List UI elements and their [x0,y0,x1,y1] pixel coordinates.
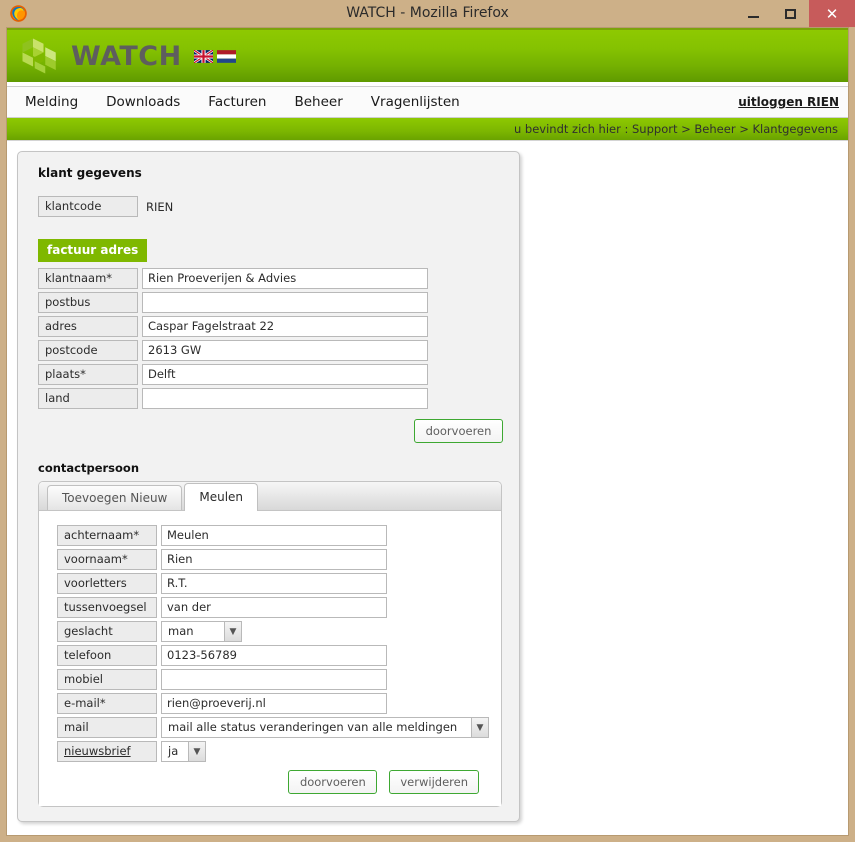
select-nieuwsbrief[interactable]: ja ▼ [161,741,206,762]
field-row-email: e-mail* rien@proeverij.nl [57,693,489,714]
minimize-button[interactable] [735,0,772,27]
chevron-down-icon: ▼ [188,742,205,761]
label-plaats: plaats* [38,364,138,385]
input-postcode[interactable]: 2613 GW [142,340,428,361]
field-row-postbus: postbus [38,292,505,313]
label-tussenvoegsel: tussenvoegsel [57,597,157,618]
label-geslacht: geslacht [57,621,157,642]
field-row-nieuwsbrief: nieuwsbrief ja ▼ [57,741,489,762]
page-viewport: WATCH Melding Downloads Facturen Beheer … [6,27,849,836]
minimize-icon [748,16,759,18]
input-telefoon[interactable]: 0123-56789 [161,645,387,666]
logout-link[interactable]: uitloggen RIEN [738,95,839,109]
contact-button-row: doorvoeren verwijderen [57,770,479,794]
customer-button-row: doorvoeren [32,419,503,443]
input-adres[interactable]: Caspar Fagelstraat 22 [142,316,428,337]
tab-strip: Toevoegen Nieuw Meulen [39,482,501,511]
language-flags [193,49,236,63]
field-row-postcode: postcode 2613 GW [38,340,505,361]
input-plaats[interactable]: Delft [142,364,428,385]
maximize-icon [785,8,796,19]
watch-cube-logo-icon [22,38,56,74]
value-klantcode: RIEN [146,199,174,214]
flag-nl-icon[interactable] [216,49,236,63]
nav-item-vragenlijsten[interactable]: Vragenlijsten [361,87,470,118]
label-voornaam: voornaam* [57,549,157,570]
field-row-achternaam: achternaam* Meulen [57,525,489,546]
field-row-adres: adres Caspar Fagelstraat 22 [38,316,505,337]
field-row-klantcode: klantcode RIEN [38,196,505,217]
panel-title: klant gegevens [38,166,142,180]
label-postbus: postbus [38,292,138,313]
select-mail-instellingen-value: mail alle status veranderingen van alle … [168,720,458,734]
nav-item-melding[interactable]: Melding [15,87,88,118]
window-title: WATCH - Mozilla Firefox [346,5,509,21]
label-telefoon: telefoon [57,645,157,666]
close-icon: ✕ [825,4,839,23]
select-mail-instellingen[interactable]: mail alle status veranderingen van alle … [161,717,489,738]
brand-title: WATCH [71,40,182,72]
input-land[interactable] [142,388,428,409]
page-content: klant gegevens klantcode RIEN factuur ad… [7,141,848,835]
field-row-plaats: plaats* Delft [38,364,505,385]
breadcrumb-bar: u bevindt zich hier : Support > Beheer >… [7,118,848,141]
maximize-button[interactable] [772,0,809,27]
input-postbus[interactable] [142,292,428,313]
site-header: WATCH [7,28,848,82]
field-row-klantnaam: klantnaam* Rien Proeverijen & Advies [38,268,505,289]
contact-verwijderen-button[interactable]: verwijderen [389,770,479,794]
section-badge-factuur-adres: factuur adres [38,239,148,262]
input-voorletters[interactable]: R.T. [161,573,387,594]
contactpersoon-heading: contactpersoon [38,461,140,475]
input-achternaam[interactable]: Meulen [161,525,387,546]
label-klantnaam: klantnaam* [38,268,138,289]
label-achternaam: achternaam* [57,525,157,546]
chevron-down-icon: ▼ [471,718,488,737]
label-land: land [38,388,138,409]
tab-toevoegen-nieuw[interactable]: Toevoegen Nieuw [47,485,183,510]
title-bar: WATCH - Mozilla Firefox ✕ [0,0,855,27]
field-row-tussenvoegsel: tussenvoegsel van der [57,597,489,618]
customer-data-panel: klant gegevens klantcode RIEN factuur ad… [17,151,520,822]
window-controls: ✕ [735,0,855,27]
nav-item-downloads[interactable]: Downloads [96,87,190,118]
flag-uk-icon[interactable] [193,49,213,63]
contact-doorvoeren-button[interactable]: doorvoeren [288,770,378,794]
breadcrumb: u bevindt zich hier : Support > Beheer >… [513,122,838,136]
label-klantcode: klantcode [38,196,138,217]
input-tussenvoegsel[interactable]: van der [161,597,387,618]
field-row-telefoon: telefoon 0123-56789 [57,645,489,666]
label-adres: adres [38,316,138,337]
browser-window: WATCH - Mozilla Firefox ✕ WATCH Melding … [0,0,855,842]
main-navigation: Melding Downloads Facturen Beheer Vragen… [7,87,848,118]
select-nieuwsbrief-value: ja [168,744,179,758]
label-email: e-mail* [57,693,157,714]
field-row-mail-instellingen: mail instellingen mail alle status veran… [57,717,489,753]
customer-doorvoeren-button[interactable]: doorvoeren [414,419,503,443]
label-voorletters: voorletters [57,573,157,594]
chevron-down-icon: ▼ [224,622,241,641]
field-row-land: land [38,388,505,409]
nav-item-beheer[interactable]: Beheer [284,87,352,118]
input-email[interactable]: rien@proeverij.nl [161,693,387,714]
field-row-mobiel: mobiel [57,669,489,690]
input-voornaam[interactable]: Rien [161,549,387,570]
field-row-voornaam: voornaam* Rien [57,549,489,570]
select-geslacht[interactable]: man ▼ [161,621,242,642]
label-nieuwsbrief[interactable]: nieuwsbrief [57,741,157,762]
nav-item-facturen[interactable]: Facturen [198,87,276,118]
select-geslacht-value: man [168,624,194,638]
input-mobiel[interactable] [161,669,387,690]
label-mail-instellingen: mail instellingen [57,717,157,753]
label-mobiel: mobiel [57,669,157,690]
close-button[interactable]: ✕ [809,0,855,27]
field-row-voorletters: voorletters R.T. [57,573,489,594]
contactpersoon-tabpanel: Toevoegen Nieuw Meulen achternaam* Meule… [38,481,502,807]
tab-meulen[interactable]: Meulen [184,483,259,511]
tab-content-meulen: achternaam* Meulen voornaam* Rien voorle… [39,511,501,806]
input-klantnaam[interactable]: Rien Proeverijen & Advies [142,268,428,289]
label-postcode: postcode [38,340,138,361]
field-row-geslacht: geslacht man ▼ [57,621,489,642]
